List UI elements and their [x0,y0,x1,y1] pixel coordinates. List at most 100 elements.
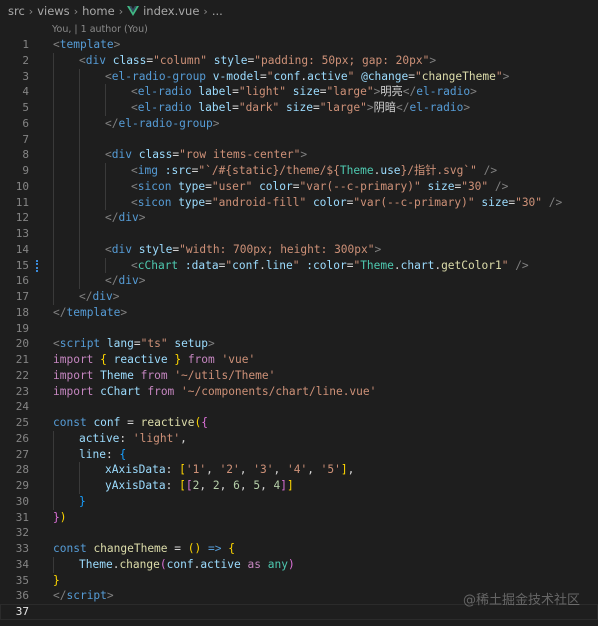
line-number[interactable]: 11 [0,195,29,211]
code-line[interactable]: 33 const changeTheme = () => { [0,541,598,557]
code-line[interactable]: 10 <sicon type="user" color="var(--c-prim… [0,178,598,195]
line-number[interactable]: 12 [0,210,29,226]
code-line[interactable]: 7 [0,131,598,148]
code-token: /> [494,179,509,193]
line-number[interactable]: 30 [0,494,29,510]
code-line[interactable]: 31}) [0,510,598,526]
line-number[interactable]: 31 [0,510,29,526]
indent-guide [105,194,106,211]
line-number[interactable]: 37 [0,604,29,620]
line-number[interactable]: 25 [0,415,29,431]
code-token: conf [166,557,194,571]
code-line[interactable]: 17 </div> [0,289,598,305]
code-content: </div> [79,289,119,305]
code-editor[interactable]: 1 <template> 2 <div class="column" style="p… [0,37,598,620]
line-number[interactable]: 15 [0,258,29,274]
line-number[interactable]: 33 [0,541,29,557]
line-number[interactable]: 16 [0,273,29,289]
line-number[interactable]: 13 [0,226,29,242]
code-line[interactable]: 14 <div style="width: 700px; height: 300p… [0,241,598,258]
line-number[interactable]: 18 [0,305,29,321]
line-number[interactable]: 20 [0,336,29,352]
code-token: 明亮 [380,85,403,99]
line-number[interactable]: 28 [0,462,29,478]
code-line[interactable]: 5 <el-radio label="dark" size="large">阴暗<… [0,100,598,116]
code-token: : [119,431,133,445]
code-token: div [118,274,139,288]
code-line[interactable]: 6 </el-radio-group> [0,115,598,132]
line-number[interactable]: 10 [0,179,29,195]
code-line[interactable]: 8 <div class="row items-center"> [0,147,598,163]
indent-guide [53,478,54,494]
line-number[interactable]: 3 [0,69,29,85]
code-token: "var(--c-primary)" [353,195,475,209]
code-line[interactable]: 28 xAxisData: ['1', '2', '3', '4', '5'], [0,462,598,478]
gutter-modified-indicator[interactable] [36,259,40,272]
line-number[interactable]: 4 [0,84,29,100]
code-line[interactable]: 20 <script lang="ts" setup> [0,336,598,352]
code-token: ( [187,542,195,555]
line-number[interactable]: 1 [0,37,29,53]
code-line[interactable]: 1 <template> [0,37,598,53]
code-line[interactable]: 16 </div> [0,273,598,289]
code-line[interactable]: 9 <img :src="`/#{static}/theme/${Theme.us… [0,163,598,179]
code-token: : [165,463,180,477]
line-number[interactable]: 24 [0,399,29,415]
code-line[interactable]: 2 <div class="column" style="padding: 50p… [0,52,598,69]
line-number[interactable]: 19 [0,321,29,337]
code-line[interactable]: 32 [0,525,598,541]
indent-guide [53,210,54,226]
code-line[interactable]: 19 [0,321,598,337]
line-number[interactable]: 7 [0,132,29,148]
line-number[interactable]: 23 [0,384,29,400]
code-line[interactable]: 12 </div> [0,210,598,226]
breadcrumb-item-views[interactable]: views [37,4,69,18]
code-line[interactable]: 13 [0,226,598,242]
chevron-right-icon: › [28,4,34,18]
code-line[interactable]: 4 <el-radio label="light" size="large">明亮… [0,84,598,100]
code-line[interactable]: 22 import Theme from '~/utils/Theme' [0,368,598,384]
code-line[interactable]: 27 line: { [0,446,598,463]
line-number[interactable]: 22 [0,368,29,384]
code-line[interactable]: 23 import cChart from '~/components/chart… [0,384,598,400]
code-line[interactable]: 29 yAxisData: [[2, 2, 6, 5, 4]] [0,478,598,494]
code-token: "30" [461,179,489,193]
breadcrumb-item-home[interactable]: home [82,4,115,18]
code-token: . [393,258,401,272]
code-token: '5' [320,463,341,477]
code-token: v-model [212,69,260,83]
code-line[interactable]: 25 const conf = reactive({ [0,415,598,431]
code-line[interactable]: 18 </template> [0,305,598,321]
line-number[interactable]: 34 [0,557,29,573]
codelens-blame[interactable]: You, | 1 author (You) [52,22,148,38]
line-number[interactable]: 35 [0,573,29,589]
code-line[interactable]: 35} [0,573,598,589]
code-line[interactable]: 26 active: 'light', [0,430,598,447]
line-number[interactable]: 26 [0,431,29,447]
line-number[interactable]: 29 [0,478,29,494]
indent-guide [105,163,106,179]
line-number[interactable]: 9 [0,163,29,179]
code-line[interactable]: 21 import { reactive } from 'vue' [0,352,598,368]
code-line[interactable]: 11 <sicon type="android-fill" color="var(… [0,194,598,211]
line-number[interactable]: 6 [0,116,29,132]
code-line[interactable]: 30} [0,493,598,510]
breadcrumb-item-file[interactable]: index.vue [127,4,199,18]
line-number[interactable]: 2 [0,53,29,69]
code-line[interactable]: 3 <el-radio-group v-model="conf.active" @… [0,68,598,85]
line-number[interactable]: 36 [0,588,29,604]
line-number[interactable]: 17 [0,289,29,305]
code-line[interactable]: 24 [0,399,598,415]
line-number[interactable]: 27 [0,447,29,463]
line-number[interactable]: 21 [0,352,29,368]
breadcrumb-item-more[interactable]: ... [212,4,223,18]
code-line[interactable]: 15 <cChart :data="conf.line" :color="Them… [0,257,598,274]
line-number[interactable]: 32 [0,525,29,541]
line-number[interactable]: 5 [0,100,29,116]
breadcrumb-item-src[interactable]: src [8,4,25,18]
indent-guide [53,163,54,179]
code-line[interactable]: 34 Theme.change(conf.active as any) [0,556,598,573]
line-number[interactable]: 8 [0,147,29,163]
line-number[interactable]: 14 [0,242,29,258]
